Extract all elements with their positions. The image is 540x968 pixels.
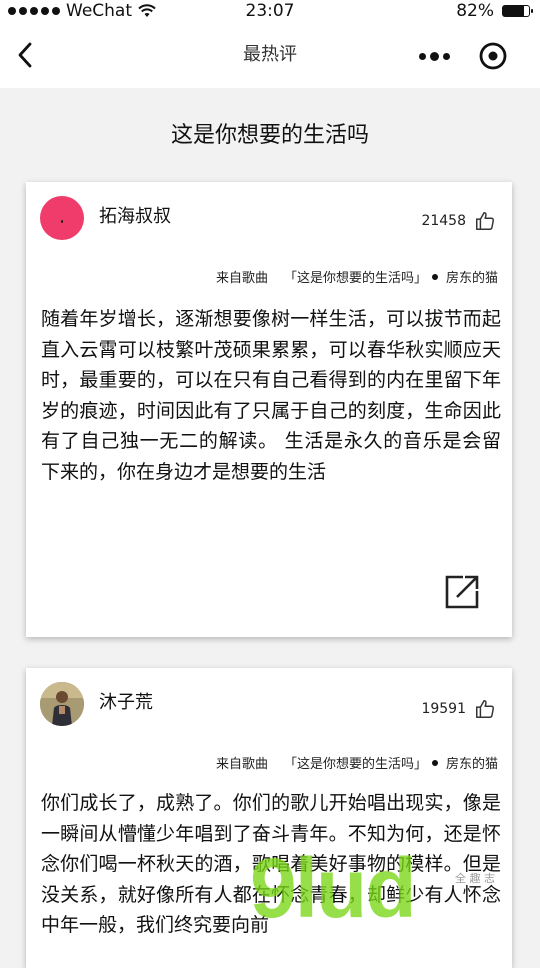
status-bar: WeChat 23:07 82% — [0, 0, 540, 22]
avatar-photo-icon — [40, 682, 84, 726]
song-title[interactable]: 「这是你想要的生活吗」 — [284, 753, 427, 772]
comment-username[interactable]: 沐子荒 — [99, 688, 153, 714]
page-title: 这是你想要的生活吗 — [170, 123, 369, 148]
song-title[interactable]: 「这是你想要的生活吗」 — [284, 267, 427, 286]
likes: 21458 — [421, 210, 496, 232]
separator-dot — [431, 273, 438, 280]
source-prefix: 来自歌曲 — [215, 757, 268, 772]
more-dot — [418, 52, 426, 60]
separator-dot — [431, 759, 438, 766]
close-miniprogram-icon[interactable] — [478, 41, 508, 71]
likes: 19591 — [421, 698, 496, 720]
nav-bar: 最热评 — [0, 22, 540, 88]
artist-name[interactable]: 房东的猫 — [446, 267, 498, 286]
share-icon[interactable] — [443, 573, 481, 611]
battery-percent: 82% — [456, 1, 494, 21]
more-button[interactable] — [412, 42, 456, 70]
thumbs-up-icon[interactable] — [474, 698, 496, 720]
avatar[interactable] — [40, 682, 84, 726]
like-count: 21458 — [421, 213, 466, 229]
battery-fill — [503, 6, 525, 16]
avatar[interactable] — [40, 196, 84, 240]
artist-name[interactable]: 房东的猫 — [446, 753, 498, 772]
comment-text: 你们成长了，成熟了。你们的歌儿开始唱出现实，像是一瞬间从懵懂少年唱到了奋斗青年。… — [41, 792, 501, 936]
source-prefix: 来自歌曲 — [215, 271, 268, 286]
comment-card: 拓海叔叔 21458 来自歌曲 「这是你想要的生活吗」 房东的猫 随着年岁增长，… — [26, 182, 512, 637]
song-source: 来自歌曲 「这是你想要的生活吗」 房东的猫 — [216, 753, 498, 772]
more-dot — [429, 51, 439, 61]
comment-username[interactable]: 拓海叔叔 — [99, 202, 171, 228]
thumbs-up-icon[interactable] — [474, 210, 496, 232]
more-dot — [442, 52, 450, 60]
comment-text: 随着年岁增长，逐渐想要像树一样生活，可以拔节而起直入云霄可以枝繁叶茂硕果累累，可… — [41, 308, 501, 483]
like-count: 19591 — [421, 701, 466, 717]
status-right: 82% — [456, 0, 533, 22]
comment-card: 沐子荒 19591 来自歌曲 「这是你想要的生活吗」 房东的猫 你们成长了，成熟… — [26, 668, 512, 968]
nav-title: 最热评 — [243, 44, 297, 65]
song-source: 来自歌曲 「这是你想要的生活吗」 房东的猫 — [216, 267, 498, 286]
battery-icon — [502, 5, 533, 17]
